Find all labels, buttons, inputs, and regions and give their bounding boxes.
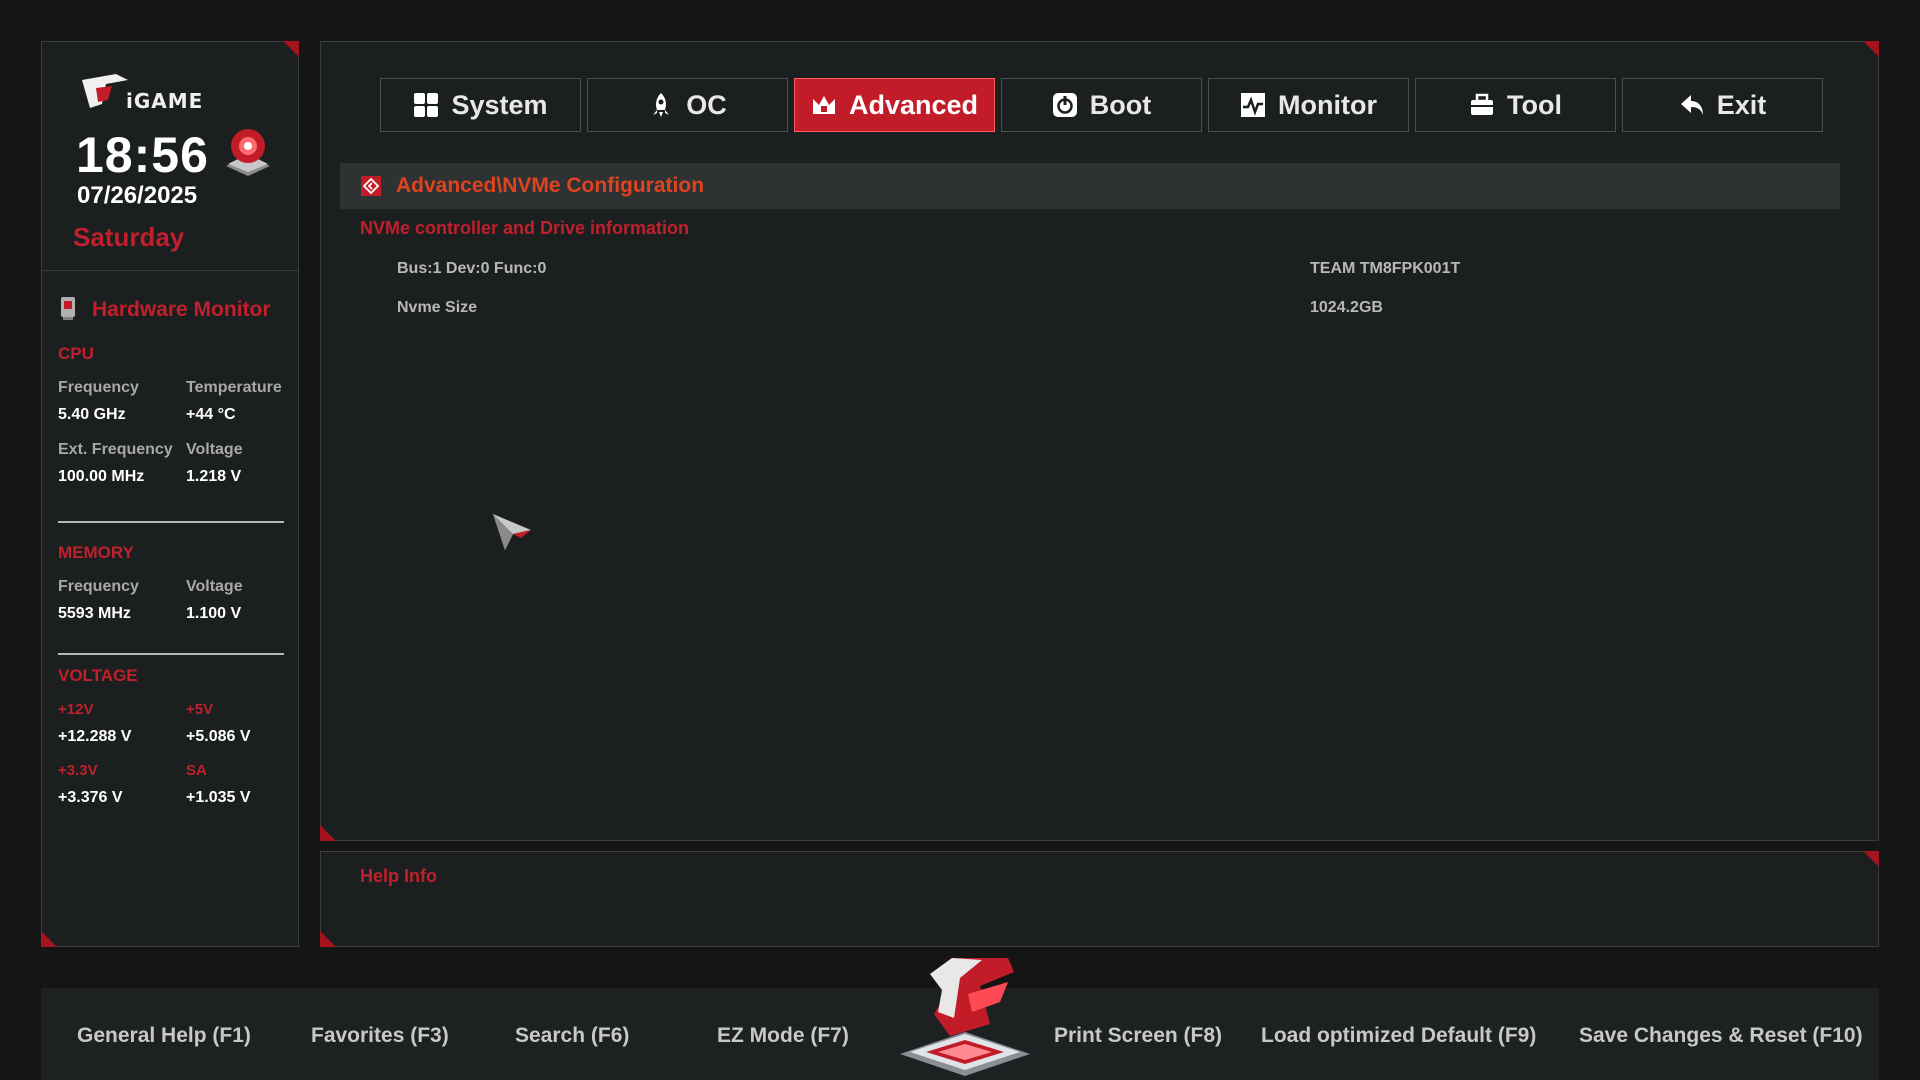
tab-label: Tool	[1507, 89, 1562, 120]
tab-label: System	[451, 89, 548, 120]
cpu-voltage-label: Voltage	[186, 441, 243, 458]
grid-icon	[414, 93, 439, 117]
tab-label: Exit	[1716, 89, 1767, 120]
date-display: 07/26/2025	[77, 182, 198, 209]
tab-oc[interactable]: OC	[587, 78, 788, 132]
clock-time: 18:56	[76, 127, 209, 183]
nvme-size-label: Nvme Size	[397, 299, 478, 316]
back-arrow-icon	[1680, 95, 1703, 115]
save-reset-button[interactable]: Save Changes & Reset (F10)	[1579, 1024, 1863, 1048]
igame-emblem-icon	[900, 958, 1030, 1076]
breadcrumb-text: Advanced\NVMe Configuration	[396, 174, 705, 197]
tab-system[interactable]: System	[380, 78, 581, 132]
tab-exit[interactable]: Exit	[1622, 78, 1823, 132]
section-title: NVMe controller and Drive information	[360, 218, 690, 238]
tab-bar: System OC Advanced Boot Monitor Tool Exi…	[380, 78, 1823, 134]
main-panel: System OC Advanced Boot Monitor Tool Exi…	[320, 41, 1879, 841]
function-key-bar: General Help (F1) Favorites (F3) Search …	[41, 958, 1879, 1080]
cpu-frequency-value: 5.40 GHz	[58, 406, 126, 423]
tab-boot[interactable]: Boot	[1001, 78, 1202, 132]
sidebar-separator	[42, 270, 298, 271]
tab-label: Boot	[1089, 89, 1152, 120]
cpu-temperature-label: Temperature	[186, 379, 282, 396]
cpu-temperature-value: +44 °C	[186, 406, 236, 423]
cpu-ext-frequency-value: 100.00 MHz	[58, 468, 145, 485]
tab-label: OC	[686, 89, 727, 120]
v12-value: +12.288 V	[58, 728, 132, 745]
tab-advanced[interactable]: Advanced	[794, 78, 995, 132]
ez-mode-button[interactable]: EZ Mode (F7)	[717, 1024, 849, 1048]
hardware-monitor-icon	[61, 297, 75, 320]
v33-label: +3.3V	[58, 762, 98, 779]
print-screen-button[interactable]: Print Screen (F8)	[1054, 1024, 1222, 1048]
v33-value: +3.376 V	[58, 789, 123, 806]
voltage-title: VOLTAGE	[58, 666, 138, 685]
pulse-icon	[1241, 93, 1265, 117]
day-display: Saturday	[73, 222, 185, 252]
memory-voltage-label: Voltage	[186, 578, 243, 595]
load-default-button[interactable]: Load optimized Default (F9)	[1261, 1024, 1536, 1048]
v12-label: +12V	[58, 701, 94, 718]
general-help-button[interactable]: General Help (F1)	[77, 1024, 251, 1048]
sa-value: +1.035 V	[186, 789, 251, 806]
sa-label: SA	[186, 762, 207, 779]
help-panel: Help Info	[320, 851, 1879, 947]
toolbox-icon	[1471, 93, 1493, 115]
memory-frequency-value: 5593 MHz	[58, 605, 131, 622]
back-nav-icon[interactable]	[360, 175, 382, 197]
power-icon	[1052, 93, 1077, 117]
bus-info-label: Bus:1 Dev:0 Func:0	[397, 260, 547, 277]
cpu-voltage-value: 1.218 V	[186, 468, 242, 485]
breadcrumb: Advanced\NVMe Configuration	[340, 163, 1840, 209]
cpu-frequency-label: Frequency	[58, 379, 139, 396]
memory-divider	[58, 653, 284, 655]
help-info-title: Help Info	[360, 866, 437, 886]
hardware-monitor-title: Hardware Monitor	[92, 298, 271, 321]
v5-label: +5V	[186, 701, 214, 718]
hardware-sidebar: iGAME 18:56 07/26/2025 Saturday Hardware…	[41, 41, 299, 947]
mouse-cursor-icon	[493, 514, 531, 550]
memory-title: MEMORY	[58, 543, 134, 562]
memory-frequency-label: Frequency	[58, 578, 139, 595]
igame-logo: iGAME	[82, 74, 203, 113]
memory-voltage-value: 1.100 V	[186, 605, 242, 622]
cpu-ext-frequency-label: Ext. Frequency	[58, 441, 173, 458]
v5-value: +5.086 V	[186, 728, 251, 745]
drive-model-value: TEAM TM8FPK001T	[1310, 260, 1461, 277]
search-button[interactable]: Search (F6)	[515, 1024, 629, 1048]
tab-tool[interactable]: Tool	[1415, 78, 1616, 132]
tab-label: Advanced	[848, 89, 979, 120]
rocket-icon	[653, 93, 670, 117]
svg-text:iGAME: iGAME	[126, 89, 203, 113]
tab-label: Monitor	[1278, 89, 1377, 120]
cpu-title: CPU	[58, 344, 94, 363]
nvme-size-value: 1024.2GB	[1310, 299, 1383, 316]
crown-icon	[812, 96, 835, 114]
favorites-button[interactable]: Favorites (F3)	[311, 1024, 449, 1048]
chip-mascot-icon	[226, 129, 270, 176]
tab-monitor[interactable]: Monitor	[1208, 78, 1409, 132]
cpu-divider	[58, 521, 284, 523]
